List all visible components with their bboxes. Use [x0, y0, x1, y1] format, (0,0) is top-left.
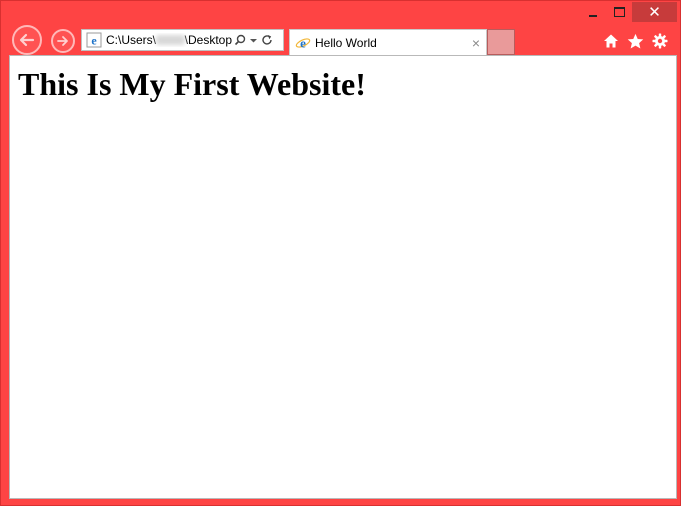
back-arrow-icon — [19, 33, 35, 47]
minimize-icon — [589, 15, 597, 17]
new-tab-button[interactable] — [487, 29, 515, 55]
close-icon: ✕ — [648, 3, 661, 21]
address-path-prefix: C:\Users\ — [106, 33, 157, 47]
forward-arrow-icon — [57, 36, 68, 46]
gear-icon — [652, 33, 668, 49]
chevron-down-icon[interactable] — [249, 36, 258, 45]
svg-text:e: e — [91, 34, 97, 48]
page-heading: This Is My First Website! — [18, 66, 366, 102]
home-button[interactable] — [601, 31, 621, 51]
address-bar[interactable]: e C:\Users\ \Desktop — [81, 29, 284, 51]
forward-button[interactable] — [51, 29, 75, 53]
star-icon — [627, 33, 643, 49]
close-window-button[interactable]: ✕ — [632, 2, 677, 22]
address-input[interactable]: C:\Users\ \Desktop — [106, 33, 232, 47]
favorites-button[interactable] — [625, 31, 645, 51]
home-icon — [604, 34, 618, 48]
minimize-button[interactable] — [580, 2, 606, 22]
ie-icon: e — [295, 35, 311, 50]
address-path-suffix: \Desktop — [184, 33, 232, 47]
redacted-username — [156, 35, 185, 45]
tab-title: Hello World — [315, 35, 377, 50]
maximize-icon — [613, 7, 625, 17]
search-icon[interactable] — [234, 34, 246, 46]
browser-window: ✕ e C:\Users\ \Desktop e Hello World × T… — [0, 0, 681, 506]
svg-text:e: e — [300, 35, 306, 50]
tab-hello-world[interactable]: e Hello World × — [289, 29, 487, 55]
page-content: This Is My First Website! — [9, 55, 677, 499]
ie-icon: e — [86, 32, 102, 48]
back-button[interactable] — [12, 25, 42, 55]
maximize-button[interactable] — [606, 2, 632, 22]
tools-button[interactable] — [650, 31, 670, 51]
refresh-icon[interactable] — [261, 34, 273, 46]
tab-close-button[interactable]: × — [472, 35, 480, 51]
